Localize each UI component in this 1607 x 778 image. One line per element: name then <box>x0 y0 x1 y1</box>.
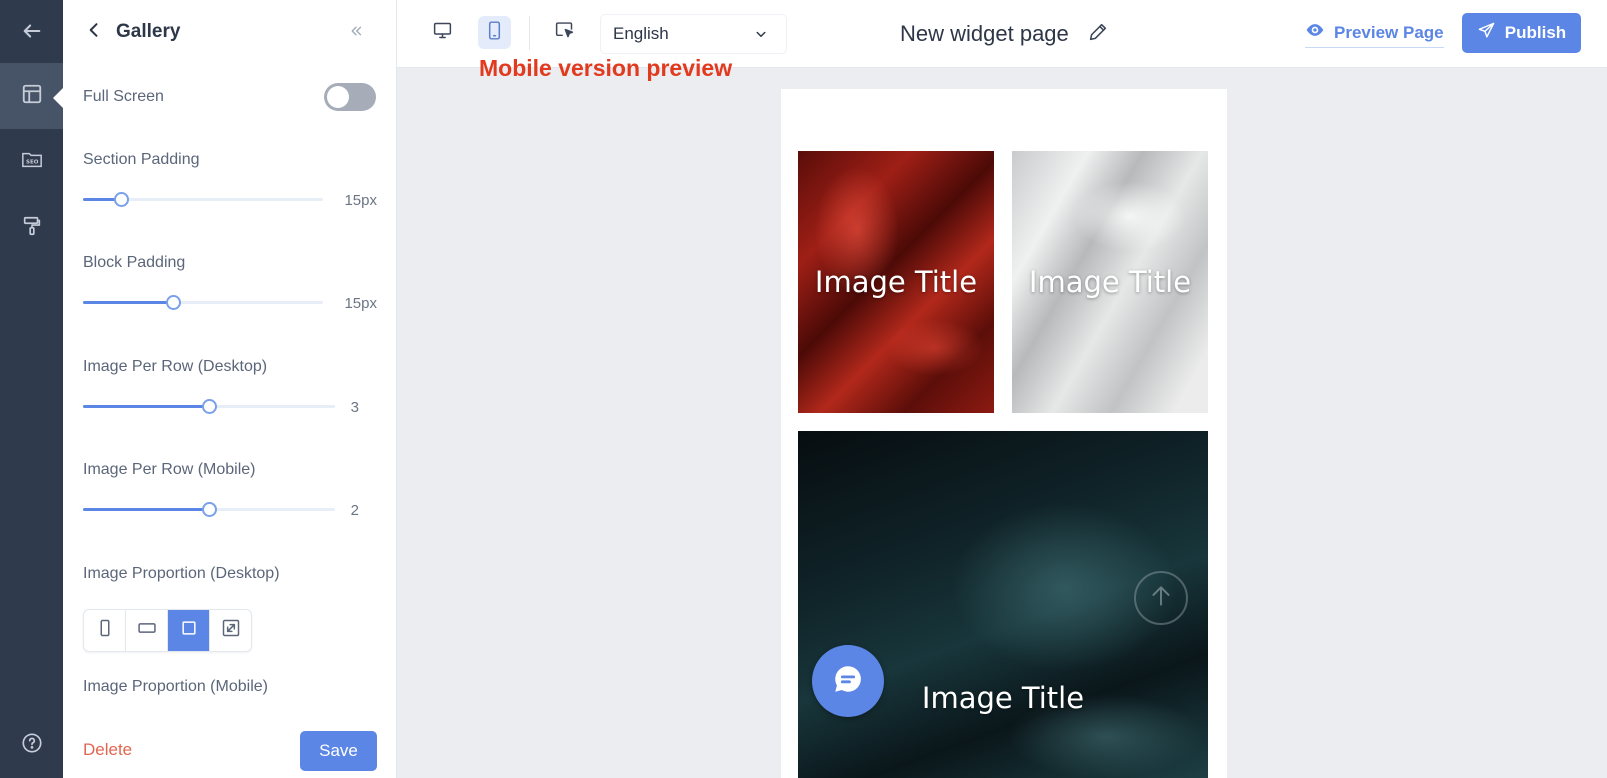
scroll-top-button[interactable] <box>1134 571 1188 625</box>
landscape-icon <box>137 618 157 643</box>
layout-icon <box>21 83 43 110</box>
arrow-left-icon <box>21 20 43 47</box>
per-row-desktop-value: 3 <box>350 399 359 416</box>
portrait-icon <box>95 618 115 643</box>
per-row-desktop-slider[interactable] <box>83 399 335 414</box>
toolbar-divider <box>529 16 530 50</box>
collapse-panel-button[interactable] <box>347 22 367 42</box>
page-title: New widget page <box>900 21 1069 46</box>
panel-back-button[interactable] <box>83 20 105 44</box>
chevron-down-icon <box>752 25 770 43</box>
top-bar: English Mobile version preview New widge… <box>397 0 1607 81</box>
paper-plane-icon <box>1477 21 1505 45</box>
svg-text:SEO: SEO <box>26 159 39 165</box>
theme-rail-button[interactable] <box>0 195 63 261</box>
cursor-select-icon <box>554 20 575 46</box>
toggle-knob <box>327 86 349 108</box>
image-caption: Image Title <box>1028 265 1192 299</box>
select-element-button[interactable] <box>548 16 581 49</box>
preview-page-label: Preview Page <box>1334 22 1444 42</box>
paint-roller-icon <box>21 215 43 242</box>
proportion-desktop-group <box>83 609 252 652</box>
image-caption: Image Title <box>814 265 978 299</box>
proportion-square-button[interactable] <box>168 610 210 651</box>
panel-title: Gallery <box>116 21 181 42</box>
chat-button[interactable] <box>812 645 884 717</box>
gallery-image-red[interactable]: Image Title <box>798 151 994 413</box>
back-rail-button[interactable] <box>0 0 63 66</box>
chat-bubble-icon <box>831 662 865 701</box>
proportion-mobile-label: Image Proportion (Mobile) <box>83 678 268 695</box>
block-padding-slider[interactable] <box>83 295 323 310</box>
per-row-mobile-value: 2 <box>350 502 359 519</box>
pencil-icon <box>1087 23 1109 47</box>
proportion-portrait-button[interactable] <box>84 610 126 651</box>
language-select[interactable]: English <box>600 14 787 54</box>
proportion-desktop-label: Image Proportion (Desktop) <box>83 565 280 582</box>
proportion-landscape-button[interactable] <box>126 610 168 651</box>
square-icon <box>179 618 199 643</box>
seo-rail-button[interactable]: SEO <box>0 129 63 195</box>
help-circle-icon <box>21 732 43 759</box>
phone-icon <box>484 20 505 46</box>
proportion-original-button[interactable] <box>210 610 251 651</box>
block-padding-label: Block Padding <box>83 254 186 271</box>
eye-icon <box>1305 20 1334 45</box>
block-padding-value: 15px <box>344 295 377 312</box>
seo-icon: SEO <box>21 149 43 176</box>
section-padding-label: Section Padding <box>83 151 200 168</box>
gallery-image-teal[interactable]: Image Title <box>798 431 1208 778</box>
arrow-up-icon <box>1148 583 1174 614</box>
slider-thumb[interactable] <box>114 192 130 207</box>
language-value: English <box>613 24 669 43</box>
help-rail-button[interactable] <box>0 712 63 778</box>
slider-thumb[interactable] <box>202 399 217 414</box>
publish-label: Publish <box>1504 23 1567 42</box>
per-row-desktop-label: Image Per Row (Desktop) <box>83 358 268 375</box>
slider-thumb[interactable] <box>202 502 217 517</box>
section-padding-slider[interactable] <box>83 192 323 207</box>
full-screen-toggle[interactable] <box>324 83 376 111</box>
chevron-left-icon <box>84 20 104 45</box>
slider-thumb[interactable] <box>166 295 181 310</box>
active-caret <box>53 88 63 108</box>
per-row-mobile-slider[interactable] <box>83 502 335 517</box>
save-button[interactable]: Save <box>300 731 377 771</box>
double-chevron-left-icon <box>347 24 365 44</box>
gallery-image-white[interactable]: Image Title <box>1012 151 1208 413</box>
delete-button[interactable]: Delete <box>83 740 132 760</box>
annotation-label: Mobile version preview <box>479 55 733 81</box>
expand-icon <box>221 618 241 643</box>
settings-panel: Gallery Full Screen Section Padding 15px… <box>63 0 397 778</box>
publish-button[interactable]: Publish <box>1462 13 1581 53</box>
mobile-view-button[interactable] <box>478 16 511 49</box>
left-rail: SEO <box>0 0 63 778</box>
full-screen-label: Full Screen <box>83 88 164 105</box>
section-padding-value: 15px <box>344 192 377 209</box>
edit-title-button[interactable] <box>1087 21 1111 45</box>
per-row-mobile-label: Image Per Row (Mobile) <box>83 461 256 478</box>
monitor-icon <box>432 20 453 46</box>
desktop-view-button[interactable] <box>426 16 459 49</box>
preview-page-link[interactable]: Preview Page <box>1305 20 1444 48</box>
